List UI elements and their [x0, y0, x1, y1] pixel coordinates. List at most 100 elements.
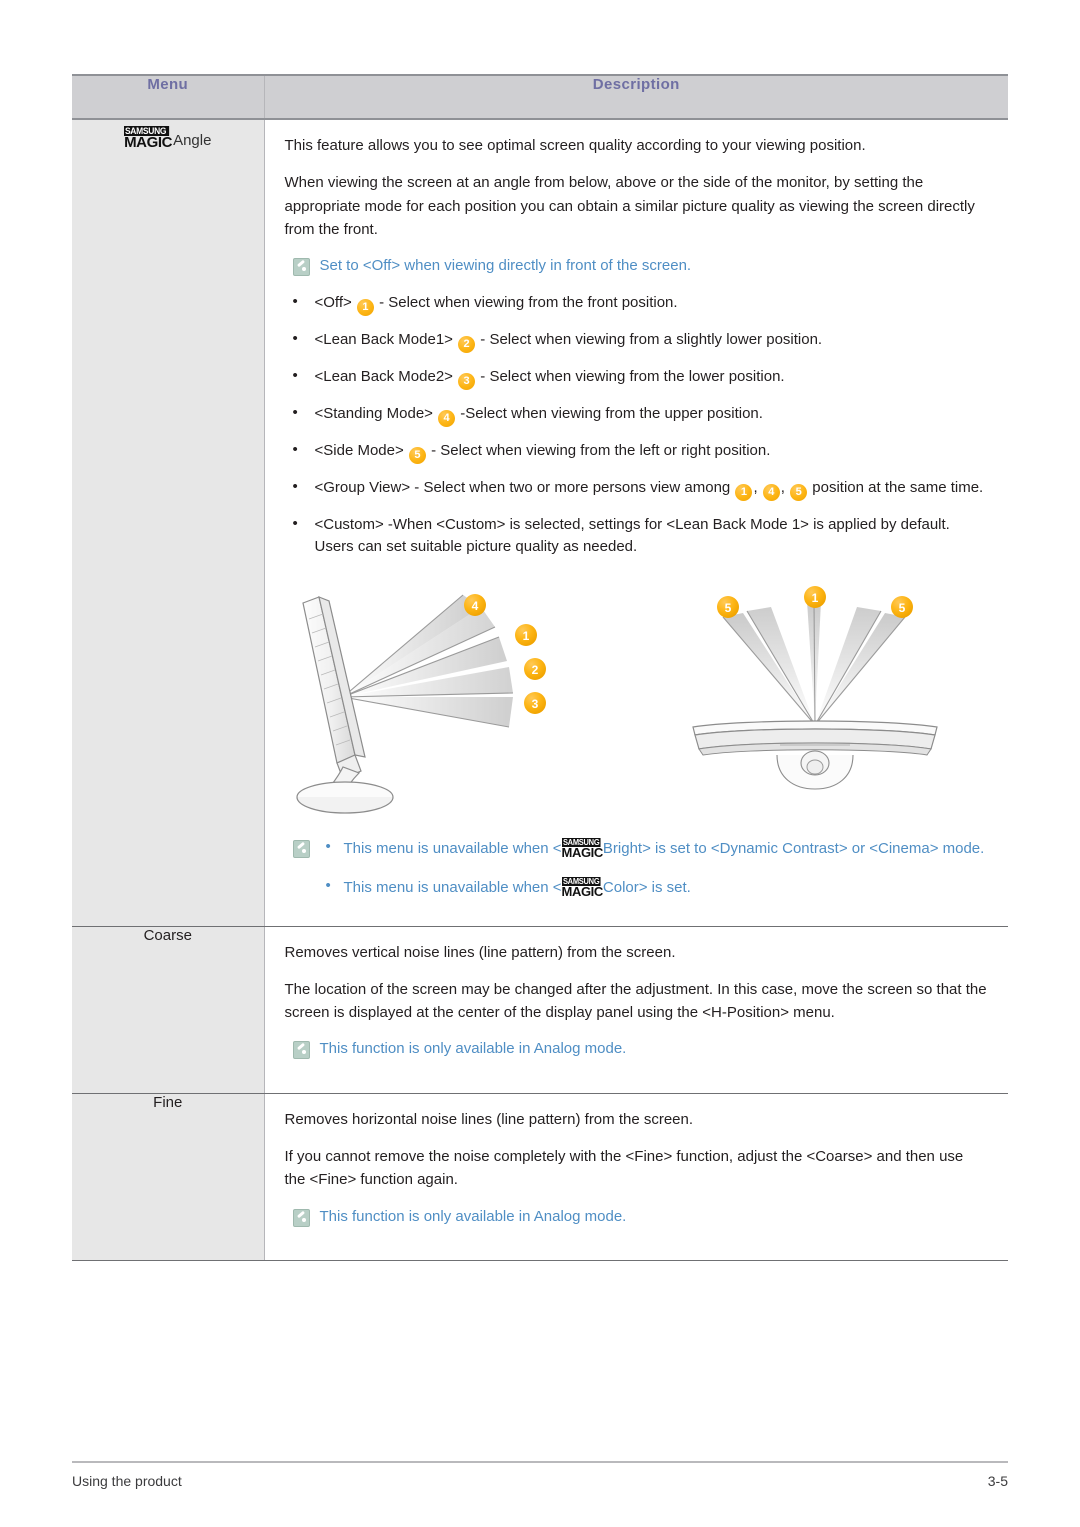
footer-section-title: Using the product: [72, 1473, 182, 1489]
monitor-base-topview: [775, 749, 854, 790]
note-pre-text: This menu is unavailable when <: [343, 839, 562, 857]
footer-divider: [72, 1461, 1008, 1463]
bullet-post-text: - Select when viewing from the lower pos…: [476, 367, 785, 385]
badge-comma-2: ,: [780, 478, 790, 496]
table-row-coarse: Coarse Removes vertical noise lines (lin…: [72, 926, 1008, 1094]
paragraph-angle-detail: When viewing the screen at an angle from…: [284, 174, 975, 238]
samsung-magic-logo-icon: SAMSUNG MAGIC: [561, 837, 603, 860]
paragraph-intro: This feature allows you to see optimal s…: [284, 137, 866, 154]
monitor-base-side: [295, 796, 394, 814]
note-pencil-icon: [292, 1208, 310, 1227]
number-badge-group-1: 1: [735, 483, 753, 501]
bullet-post-text: - Select when viewing from the left or r…: [426, 441, 771, 459]
bullet-pre-text: <Side Mode>: [314, 441, 408, 459]
list-item: <Side Mode> 5 - Select when viewing from…: [285, 439, 989, 464]
number-badge-3: 3: [458, 372, 476, 390]
column-header-menu: Menu: [72, 74, 265, 120]
top-view-rays: [722, 600, 905, 725]
viewing-angle-illustration: 4 1 2 3 5 1 5: [295, 585, 938, 814]
note-pre-text: This menu is unavailable when <: [343, 879, 562, 896]
description-cell-coarse: Removes vertical noise lines (line patte…: [264, 926, 1008, 1094]
side-view-monitor: 4 1 2 3: [295, 593, 546, 814]
list-item: <Off> 1 - Select when viewing from the f…: [285, 291, 989, 316]
svg-text:5: 5: [724, 601, 731, 615]
paragraph-fine-2: If you cannot remove the noise completel…: [284, 1148, 964, 1189]
unavailable-notes-block: This menu is unavailable when <SAMSUNGMA…: [292, 836, 989, 900]
badge-comma-1: ,: [753, 478, 762, 496]
table-row-fine: Fine Removes horizontal noise lines (lin…: [72, 1093, 1008, 1262]
samsung-magic-logo-icon: SAMSUNG MAGIC: [124, 126, 173, 151]
description-cell-fine: Removes horizontal noise lines (line pat…: [264, 1093, 1008, 1262]
top-view-badge-left-5: 5: [716, 595, 739, 618]
top-view-badge-center-1: 1: [803, 585, 826, 608]
svg-text:5: 5: [898, 601, 905, 615]
table-header-row: Menu Description: [72, 74, 1008, 120]
description-cell-magic-angle: This feature allows you to see optimal s…: [264, 119, 1008, 927]
note-text: This function is only available in Analo…: [319, 1207, 627, 1225]
svg-text:2: 2: [531, 663, 538, 677]
top-view-badge-right-5: 5: [890, 595, 913, 618]
bullet-pre-text: <Off>: [314, 293, 356, 311]
note-text: Set to <Off> when viewing directly in fr…: [319, 257, 692, 274]
bullet-post-text: position at the same time.: [808, 478, 984, 496]
document-page: Menu Description SAMSUNG MAGIC Angle Thi…: [0, 0, 1080, 1527]
side-view-badge-1: 1: [514, 623, 537, 646]
list-item: This menu is unavailable when <SAMSUNGMA…: [322, 836, 989, 861]
bullet-custom-text: <Custom> -When <Custom> is selected, set…: [314, 515, 950, 556]
list-item: <Lean Back Mode2> 3 - Select when viewin…: [285, 365, 989, 390]
note-set-to-off: Set to <Off> when viewing directly in fr…: [292, 255, 989, 278]
note-text: This function is only available in Analo…: [319, 1040, 627, 1058]
note-analog-only-fine: This function is only available in Analo…: [292, 1206, 989, 1229]
svg-text:1: 1: [811, 591, 818, 605]
paragraph-coarse-1: Removes vertical noise lines (line patte…: [284, 943, 676, 961]
bullet-post-text: -Select when viewing from the upper posi…: [456, 404, 763, 422]
svg-text:3: 3: [531, 697, 538, 711]
note-pencil-icon: [292, 839, 310, 858]
viewing-angle-diagram: 4 1 2 3 5 1 5: [285, 585, 989, 817]
top-view-monitor: 5 1 5: [691, 585, 938, 790]
magic-angle-label: SAMSUNG MAGIC Angle: [124, 125, 212, 151]
footer-page-number: 3-5: [987, 1473, 1008, 1489]
number-badge-5: 5: [408, 446, 426, 464]
mode-bullet-list: <Off> 1 - Select when viewing from the f…: [285, 291, 989, 559]
number-badge-4: 4: [438, 409, 456, 427]
side-view-rays: [342, 594, 513, 728]
footer-row: Using the product 3-5: [72, 1473, 1008, 1489]
page-footer: Using the product 3-5: [72, 1461, 1008, 1501]
bullet-post-text: - Select when viewing from the front pos…: [374, 293, 678, 311]
side-view-badge-2: 2: [523, 657, 546, 680]
svg-text:4: 4: [471, 599, 478, 613]
side-view-badge-4: 4: [463, 593, 486, 616]
note-post-text: Bright> is set to <Dynamic Contrast> or …: [602, 839, 985, 857]
list-item: <Standing Mode> 4 -Select when viewing f…: [285, 402, 989, 427]
paragraph-coarse-2: The location of the screen may be change…: [284, 980, 987, 1021]
number-badge-group-4: 4: [762, 483, 780, 501]
number-badge-1: 1: [356, 298, 374, 316]
unavailable-notes-body: This menu is unavailable when <SAMSUNGMA…: [322, 836, 989, 900]
settings-table: Menu Description SAMSUNG MAGIC Angle Thi…: [72, 74, 1008, 1262]
number-badge-2: 2: [458, 335, 476, 353]
list-item: <Group View> - Select when two or more p…: [285, 476, 989, 501]
note-pencil-icon: [292, 1041, 310, 1060]
note-analog-only-coarse: This function is only available in Analo…: [292, 1038, 989, 1061]
unavailable-notes-list: This menu is unavailable when <SAMSUNGMA…: [322, 836, 989, 900]
samsung-magic-logo-icon: SAMSUNG MAGIC: [561, 877, 603, 899]
menu-cell-fine: Fine: [72, 1093, 265, 1262]
menu-cell-magic-angle: SAMSUNG MAGIC Angle: [72, 119, 265, 927]
bullet-pre-text: <Standing Mode>: [314, 404, 438, 422]
bullet-pre-text: <Group View> - Select when two or more p…: [314, 478, 735, 496]
column-header-description: Description: [264, 74, 1008, 120]
number-badge-group-5: 5: [790, 483, 808, 501]
paragraph-fine-1: Removes horizontal noise lines (line pat…: [284, 1110, 694, 1128]
list-item: <Lean Back Mode1> 2 - Select when viewin…: [285, 328, 989, 353]
monitor-top-panel: [691, 719, 938, 756]
list-item: <Custom> -When <Custom> is selected, set…: [285, 513, 989, 559]
table-row-magic-angle: SAMSUNG MAGIC Angle This feature allows …: [72, 119, 1008, 927]
bullet-pre-text: <Lean Back Mode1>: [314, 330, 458, 348]
magic-angle-suffix: Angle: [173, 132, 212, 149]
bullet-post-text: - Select when viewing from a slightly lo…: [476, 330, 823, 348]
list-item: This menu is unavailable when <SAMSUNGMA…: [322, 875, 989, 900]
note-pencil-icon: [292, 258, 310, 276]
menu-cell-coarse: Coarse: [72, 926, 265, 1094]
bullet-pre-text: <Lean Back Mode2>: [314, 367, 458, 385]
